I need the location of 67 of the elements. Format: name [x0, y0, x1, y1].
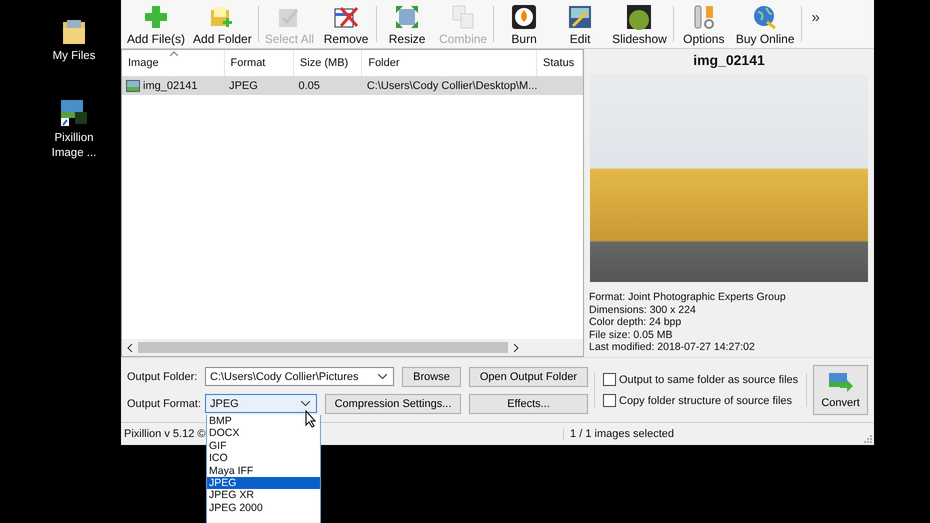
column-header[interactable]: Status	[537, 50, 584, 76]
toolbar-button[interactable]: Edit	[552, 0, 608, 48]
plus-icon	[143, 4, 169, 30]
remove-icon	[333, 4, 360, 30]
resize-icon	[394, 4, 420, 30]
horizontal-scrollbar[interactable]	[122, 339, 583, 356]
checkbox-option[interactable]: Output to same folder as source files	[603, 373, 798, 386]
output-folder-label: Output Folder:	[127, 370, 197, 382]
toolbar-button[interactable]: Burn	[496, 0, 552, 48]
output-folder-combo[interactable]: C:\Users\Cody Collier\Pictures	[205, 367, 394, 386]
table-cell: C:\Users\Cody Collier\Desktop\M...	[366, 80, 538, 92]
image-info-line: File size: 0.05 MB	[589, 328, 674, 341]
image-file-icon	[126, 80, 140, 92]
sort-caret-icon	[170, 51, 178, 56]
toolbar-button[interactable]: Remove	[318, 0, 374, 48]
scroll-right-icon[interactable]	[512, 344, 520, 352]
image-info-line: Last modified: 2018-07-27 14:27:02	[589, 341, 756, 354]
table-cell: JPEG	[229, 80, 258, 92]
version-text: Pixillion v 5.12 ©	[123, 428, 206, 440]
format-option[interactable]: DOCX	[207, 427, 320, 440]
image-arrow-icon	[828, 372, 854, 394]
selection-status: 1 / 1 images selected	[563, 428, 674, 440]
image-info-line: Dimensions: 300 x 224	[589, 304, 697, 316]
file-row[interactable]: img_02141 JPEG 0.05 C:\Users\Cody Collier\Desktop\M...	[122, 77, 583, 95]
scroll-left-icon[interactable]	[126, 344, 134, 352]
format-option[interactable]: Maya IFF	[207, 464, 320, 477]
browse-button[interactable]: Browse	[402, 366, 461, 386]
toolbar-button[interactable]: Add File(s)	[123, 0, 190, 48]
format-option[interactable]: ICO	[207, 452, 320, 465]
format-option[interactable]: JPEG 2000	[207, 502, 320, 514]
format-option[interactable]: JPEG	[207, 476, 320, 490]
column-header[interactable]: Size (MB)	[294, 50, 362, 76]
open-output-folder-button[interactable]: Open Output Folder	[469, 366, 588, 386]
format-option[interactable]: GIF	[207, 440, 320, 452]
effects-button[interactable]: Effects...	[469, 394, 588, 414]
dropdown-caret-icon	[378, 374, 387, 379]
column-header[interactable]: Image	[122, 50, 225, 76]
column-header[interactable]: Format	[224, 50, 294, 76]
globe-icon	[752, 4, 778, 30]
checkbox[interactable]	[603, 394, 616, 407]
format-option[interactable]: BMP	[207, 415, 320, 428]
preview-title: img_02141	[693, 52, 765, 68]
more-button[interactable]: »	[804, 0, 828, 48]
image-info-line: Color depth: 24 bpp	[589, 316, 682, 328]
resize-grip-icon[interactable]	[863, 434, 872, 443]
toolbar-button[interactable]: Add Folder	[189, 0, 256, 48]
checkbox[interactable]	[603, 373, 616, 386]
edit-icon	[567, 4, 594, 30]
toolbar-button[interactable]: Options	[676, 0, 732, 48]
dropdown-caret-icon	[301, 401, 310, 406]
toolbar-button[interactable]: Buy Online	[732, 0, 799, 48]
slideshow-icon	[626, 4, 652, 30]
column-header[interactable]: Folder	[362, 50, 538, 76]
convert-button[interactable]: Convert	[813, 365, 868, 415]
checkbox-option[interactable]: Copy folder structure of source files	[603, 394, 798, 407]
table-cell: 0.05	[298, 80, 320, 92]
output-format-combo[interactable]: JPEG	[205, 394, 317, 413]
app-shortcut-icon[interactable]	[59, 98, 89, 128]
folder-icon[interactable]	[61, 18, 87, 46]
compression-settings-button[interactable]: Compression Settings...	[325, 394, 461, 414]
desktop-icon-label: My Files	[52, 49, 96, 64]
image-info-line: Format: Joint Photographic Experts Group	[589, 291, 786, 304]
desktop-icon-label: Pixillion Image ...	[50, 131, 98, 161]
toolbar-button[interactable]: Resize	[379, 0, 436, 48]
toolbar-button[interactable]: Slideshow	[608, 0, 671, 48]
format-option[interactable]: JPEG XR	[207, 489, 320, 502]
table-cell: img_02141	[143, 80, 198, 92]
